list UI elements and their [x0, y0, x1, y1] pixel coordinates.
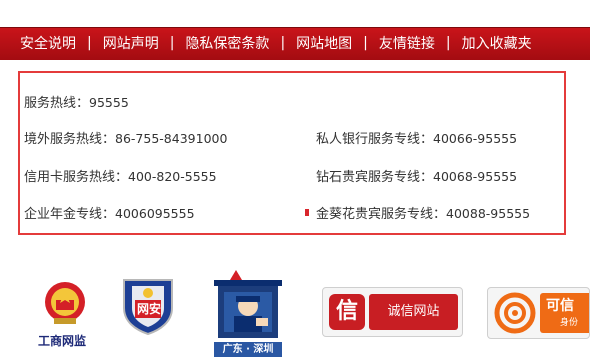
nav-link-favorites[interactable]: 加入收藏夹 — [462, 33, 532, 53]
nav-separator: | — [280, 35, 286, 51]
pension-row: 企业年金专线：4006095555 — [24, 206, 195, 223]
hotline-row: 服务热线：95555 — [24, 95, 129, 112]
nav-separator: | — [169, 35, 175, 51]
nav-link-friends[interactable]: 友情链接 — [379, 33, 435, 53]
private-banking-row: 私人银行服务专线：40066-95555 — [316, 131, 517, 148]
bullet-marker — [305, 209, 309, 216]
sunflower-label: 金葵花贵宾服务专线： — [316, 207, 447, 222]
trusted-identity-badge[interactable]: 可信 身份 — [487, 287, 590, 339]
national-emblem-icon — [45, 282, 85, 324]
aic-supervision-badge[interactable]: 工商网监 — [34, 278, 96, 350]
pension-number: 4006095555 — [115, 206, 195, 221]
hotline-label: 服务热线： — [24, 96, 90, 111]
integrity-seal-icon: 信 — [329, 294, 365, 330]
nav-separator: | — [445, 35, 451, 51]
nav-link-security[interactable]: 安全说明 — [20, 33, 76, 53]
credit-card-label: 信用卡服务热线： — [24, 170, 129, 185]
diamond-number: 40068-95555 — [433, 169, 518, 184]
private-banking-label: 私人银行服务专线： — [316, 132, 434, 147]
police-booth-icon — [214, 270, 282, 338]
nav-separator: | — [363, 35, 368, 51]
nav-link-statement[interactable]: 网站声明 — [103, 33, 159, 53]
credit-card-row: 信用卡服务热线：400-820-5555 — [24, 169, 217, 186]
overseas-number: 86-755-84391000 — [115, 131, 228, 146]
nav-list: 安全说明 | 网站声明 | 隐私保密条款 | 网站地图 | 友情链接 | 加入收… — [0, 27, 590, 59]
shenzhen-police-badge[interactable]: 广东 · 深圳 — [212, 268, 284, 358]
overseas-row: 境外服务热线：86-755-84391000 — [24, 131, 227, 148]
nav-link-privacy[interactable]: 隐私保密条款 — [185, 33, 269, 53]
integrity-badge-text: 诚信网站 — [369, 294, 458, 330]
cyber-police-badge[interactable]: 网安 — [120, 276, 176, 336]
sunflower-row: 金葵花贵宾服务专线：40088-95555 — [316, 206, 530, 223]
aic-badge-text: 工商网监 — [38, 334, 87, 348]
contact-info-box: 服务热线：95555 境外服务热线：86-755-84391000 私人银行服务… — [18, 71, 566, 235]
trusted-ring-icon — [494, 292, 536, 334]
nav-separator: | — [87, 35, 92, 51]
integrity-website-badge[interactable]: 信 诚信网站 — [322, 287, 463, 337]
sunflower-number: 40088-95555 — [446, 206, 531, 221]
private-banking-number: 40066-95555 — [433, 131, 518, 146]
hotline-number: 95555 — [89, 95, 129, 110]
diamond-row: 钻石贵宾服务专线：40068-95555 — [316, 169, 517, 186]
trusted-subtitle: 身份 — [560, 318, 579, 328]
overseas-label: 境外服务热线： — [24, 132, 116, 147]
trusted-title: 可信 — [546, 298, 574, 314]
credit-card-number: 400-820-5555 — [128, 169, 217, 184]
diamond-label: 钻石贵宾服务专线： — [316, 170, 434, 185]
region-label: 广东 · 深圳 — [214, 342, 282, 357]
nav-link-sitemap[interactable]: 网站地图 — [296, 33, 352, 53]
pension-label: 企业年金专线： — [24, 207, 116, 222]
police-badge-text: 网安 — [137, 302, 162, 316]
